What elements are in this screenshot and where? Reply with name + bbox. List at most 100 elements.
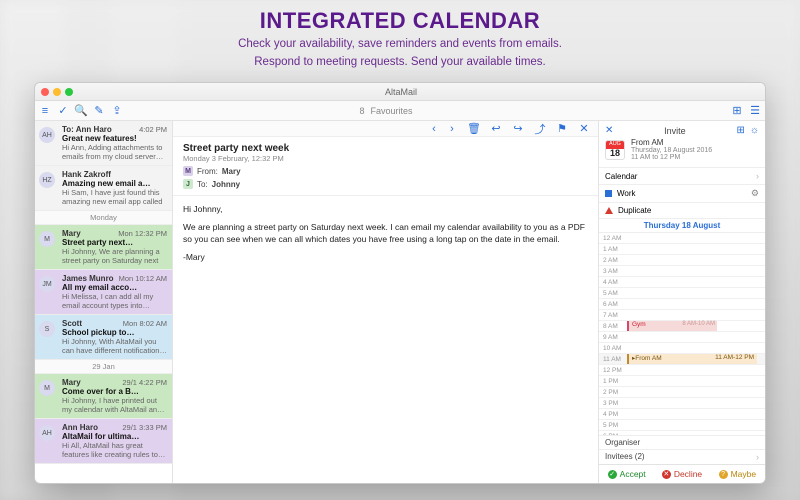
list-icon[interactable]: ☰: [749, 105, 761, 117]
reading-pane: ‹ › 🗑 ↩ ↪ ⤴ ⚑ ✕ Street party next week M…: [173, 121, 599, 483]
share-icon[interactable]: ⇪: [111, 105, 123, 117]
from-label: From:: [197, 167, 218, 176]
favourites-count: 8: [359, 106, 364, 116]
minimize-icon[interactable]: [53, 88, 61, 96]
search-icon[interactable]: 🔍: [75, 105, 87, 117]
reader-toolbar: ‹ › 🗑 ↩ ↪ ⤴ ⚑ ✕: [173, 121, 598, 137]
event-gym[interactable]: Gym8 AM-10 AM: [627, 321, 717, 331]
hour-label: 3 PM: [599, 400, 627, 407]
hour-row[interactable]: 5 PM: [599, 420, 765, 431]
compose-icon[interactable]: ✎: [93, 105, 105, 117]
zoom-icon[interactable]: [65, 88, 73, 96]
list-item[interactable]: AHTo: Ann Haro4:02 PMGreat new features!…: [35, 121, 172, 166]
window-title: AltaMail: [73, 87, 729, 97]
hour-label: 7 AM: [599, 312, 627, 319]
duplicate-row[interactable]: Duplicate: [599, 203, 765, 219]
reply-icon[interactable]: ↩: [490, 123, 502, 135]
invitees-label: Invitees (2): [605, 452, 645, 462]
hour-row[interactable]: 9 AM: [599, 332, 765, 343]
duplicate-label: Duplicate: [618, 206, 759, 215]
hours-grid[interactable]: 12 AM 1 AM 2 AM 3 AM 4 AM5 AM6 AM 7 AM 8 AMGym…: [599, 233, 765, 435]
list-from: Scott: [62, 319, 82, 328]
accept-label: Accept: [620, 469, 646, 479]
message-date: Monday 3 February, 12:32 PM: [183, 154, 588, 163]
list-preview: Hi Melissa, I can add all my email accou…: [62, 292, 167, 310]
calendar-grid-icon[interactable]: ⊞: [736, 125, 744, 136]
forward-icon[interactable]: ⤴: [534, 123, 546, 135]
hour-row[interactable]: 1 PM: [599, 376, 765, 387]
hero-title: INTEGRATED CALENDAR: [0, 8, 800, 34]
chevron-right-icon: ›: [756, 452, 759, 462]
gear-icon[interactable]: ⚙: [751, 188, 759, 199]
invite-label: Invite: [619, 126, 730, 136]
decline-label: Decline: [674, 469, 702, 479]
hour-row[interactable]: 11 AM▸From AM11 AM-12 PM: [599, 354, 765, 365]
close-reader-icon[interactable]: ✕: [578, 123, 590, 135]
trash-icon[interactable]: 🗑: [468, 123, 480, 135]
list-item[interactable]: SScottMon 8:02 AMSchool pickup to…Hi Joh…: [35, 315, 172, 360]
calendar-settings-icon[interactable]: ☼: [750, 125, 759, 136]
hour-row[interactable]: 12 AM: [599, 233, 765, 244]
hour-row[interactable]: 8 AMGym8 AM-10 AM: [599, 321, 765, 332]
grid-icon[interactable]: ⊞: [731, 105, 743, 117]
hour-row[interactable]: 5 AM: [599, 288, 765, 299]
hour-row[interactable]: 2 PM: [599, 387, 765, 398]
list-item[interactable]: HZHank ZakroffAmazing new email a…Hi Sam…: [35, 166, 172, 211]
menu-icon[interactable]: ≡: [39, 105, 51, 117]
organiser-row[interactable]: Organiser: [599, 435, 765, 449]
flag-icon[interactable]: ⚑: [556, 123, 568, 135]
accept-button[interactable]: ✓ Accept: [599, 465, 654, 483]
hour-row[interactable]: 4 AM: [599, 277, 765, 288]
app-window: AltaMail ≡ ✓ 🔍 ✎ ⇪ 8 Favourites ⊞ ☰ AHTo…: [34, 82, 766, 484]
hour-label: 12 PM: [599, 367, 627, 374]
favourites-label[interactable]: Favourites: [370, 106, 412, 116]
hour-row[interactable]: 7 AM: [599, 310, 765, 321]
calendar-section[interactable]: Calendar ›: [599, 168, 765, 185]
decline-button[interactable]: ✕ Decline: [654, 465, 709, 483]
hour-row[interactable]: 3 PM: [599, 398, 765, 409]
hour-label: 3 AM: [599, 268, 627, 275]
calendar-work-row[interactable]: Work ⚙: [599, 185, 765, 203]
check-circle-icon: ✓: [608, 470, 617, 479]
close-icon[interactable]: [41, 88, 49, 96]
warning-icon: [605, 207, 613, 214]
checkmark-icon[interactable]: ✓: [57, 105, 69, 117]
list-time: 4:02 PM: [139, 125, 167, 134]
body-signature: -Mary: [183, 252, 588, 264]
list-item[interactable]: MMary29/1 4:22 PMCome over for a B…Hi Jo…: [35, 374, 172, 419]
close-panel-icon[interactable]: ✕: [605, 125, 613, 136]
hour-row[interactable]: 6 AM: [599, 299, 765, 310]
hour-row[interactable]: 3 AM: [599, 266, 765, 277]
prev-icon[interactable]: ‹: [428, 123, 440, 135]
maybe-button[interactable]: ? Maybe: [710, 465, 765, 483]
list-subject: Street party next…: [62, 238, 167, 247]
list-subject: School pickup to…: [62, 328, 167, 337]
message-list[interactable]: AHTo: Ann Haro4:02 PMGreat new features!…: [35, 121, 173, 483]
invitees-row[interactable]: Invitees (2) ›: [599, 449, 765, 464]
hour-label: 12 AM: [599, 235, 627, 242]
reply-all-icon[interactable]: ↪: [512, 123, 524, 135]
hour-label: 2 AM: [599, 257, 627, 264]
hour-label: 4 PM: [599, 411, 627, 418]
list-from: Mary: [62, 229, 81, 238]
avatar: JM: [39, 276, 55, 292]
list-preview: Hi Sam, I have just found this amazing n…: [62, 188, 167, 206]
list-item[interactable]: MMaryMon 12:32 PMStreet party next…Hi Jo…: [35, 225, 172, 270]
next-icon[interactable]: ›: [446, 123, 458, 135]
hour-row[interactable]: 2 AM: [599, 255, 765, 266]
hour-row[interactable]: 6 PM: [599, 431, 765, 435]
list-from: James Munro: [62, 274, 114, 283]
body-greeting: Hi Johnny,: [183, 204, 588, 216]
to-label: To:: [197, 180, 208, 189]
body-paragraph: We are planning a street party on Saturd…: [183, 222, 588, 246]
list-item[interactable]: JMJames MunroMon 10:12 AMAll my email ac…: [35, 270, 172, 315]
question-circle-icon: ?: [719, 470, 728, 479]
hour-row[interactable]: 10 AM: [599, 343, 765, 354]
list-item[interactable]: AHAnn Haro29/1 3:33 PMAltaMail for ultim…: [35, 419, 172, 464]
list-from: To: Ann Haro: [62, 125, 112, 134]
hour-row[interactable]: 12 PM: [599, 365, 765, 376]
hour-row[interactable]: 4 PM: [599, 409, 765, 420]
event-fromam[interactable]: ▸From AM11 AM-12 PM: [627, 354, 757, 364]
list-from: Hank Zakroff: [62, 170, 111, 179]
hour-row[interactable]: 1 AM: [599, 244, 765, 255]
